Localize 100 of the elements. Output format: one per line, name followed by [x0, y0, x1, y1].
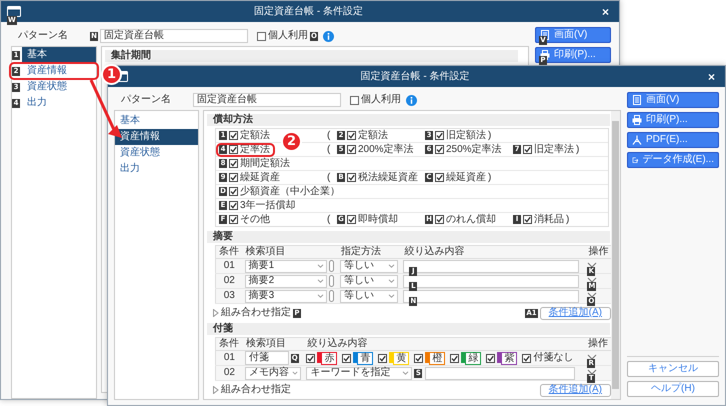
export-button[interactable]: データ作成(E)...	[627, 152, 719, 168]
help-button[interactable]: ヘルプ(H)	[627, 381, 719, 397]
text-field[interactable]	[403, 274, 580, 288]
info-icon	[323, 30, 334, 42]
checkbox[interactable]	[347, 173, 356, 182]
caret-icon	[316, 264, 324, 268]
checkbox[interactable]	[435, 131, 444, 140]
expander-label[interactable]: 組み合わせ指定	[221, 307, 291, 319]
dropdown[interactable]: 摘要1	[244, 260, 327, 272]
scrollbar[interactable]	[611, 111, 620, 399]
checkbox[interactable]	[523, 215, 532, 224]
caret-icon	[402, 371, 410, 375]
expand-triangle-icon	[213, 386, 219, 394]
checkbox[interactable]	[414, 354, 424, 362]
checkbox[interactable]	[435, 215, 444, 224]
checkbox[interactable]	[347, 145, 356, 154]
bracket-text: (	[327, 130, 330, 142]
text-field[interactable]	[403, 260, 580, 272]
bracket-text: )	[566, 214, 570, 226]
checkbox-label: 定額法	[240, 130, 270, 142]
checkbox[interactable]	[378, 354, 388, 362]
tag-label: 黄	[393, 352, 410, 364]
close-button[interactable]: ×	[596, 6, 615, 18]
column-header: 絞り込み内容	[401, 246, 586, 258]
dropdown[interactable]: 摘要3	[244, 290, 327, 302]
checkbox-label: その他	[240, 214, 270, 226]
dropdown[interactable]: メモ内容	[244, 366, 301, 380]
view-button[interactable]: 画面(V)	[627, 92, 719, 108]
text-field[interactable]	[425, 366, 576, 380]
print-button[interactable]: 印刷(P)...	[627, 112, 719, 128]
sidebar-item[interactable]: 基本	[115, 113, 198, 129]
chevron-down-icon	[587, 277, 598, 283]
checkbox[interactable]	[347, 215, 356, 224]
add-condition-button[interactable]: 条件追加(A)	[540, 384, 611, 396]
column-header: 操作	[585, 246, 612, 258]
text-field[interactable]	[403, 290, 580, 302]
checkbox[interactable]	[486, 354, 496, 362]
dropdown[interactable]: 等しい	[340, 290, 398, 302]
checkbox[interactable]	[229, 145, 238, 154]
expander-label[interactable]: 組み合わせ指定	[221, 384, 291, 396]
column-header: 条件	[216, 246, 243, 258]
checkbox-label: のれん償却	[446, 214, 496, 226]
checkbox-label: 個人利用	[361, 94, 401, 106]
checkbox-label: 繰延資産	[240, 172, 280, 184]
sidebar-item[interactable]: 基本	[22, 47, 96, 63]
checkbox[interactable]	[347, 131, 356, 140]
caret-icon	[388, 264, 395, 268]
dropdown[interactable]: 摘要2	[244, 274, 327, 288]
sidebar-item[interactable]: 資産状態	[22, 79, 96, 95]
checkbox[interactable]	[229, 159, 238, 168]
field-label: パターン名	[17, 30, 69, 42]
checkbox[interactable]	[522, 354, 532, 362]
bracket-text: )	[576, 144, 580, 156]
bracket-text: (	[327, 172, 330, 184]
sidebar-item[interactable]: 出力	[115, 161, 198, 177]
checkbox[interactable]	[523, 145, 532, 154]
dropdown[interactable]: 等しい	[340, 274, 398, 288]
tag-label: 橙	[429, 352, 446, 364]
add-condition-button[interactable]: 条件追加(A)	[540, 306, 611, 320]
sidebar-item[interactable]: 資産情報	[22, 63, 96, 79]
condition-number: 02	[216, 274, 243, 288]
bracket-toggle-icon	[328, 275, 334, 287]
checkbox[interactable]	[229, 187, 238, 196]
condition-number: 01	[216, 350, 243, 366]
checkbox-label: 消耗品	[534, 214, 564, 226]
checkbox[interactable]	[229, 173, 238, 182]
pdf-button[interactable]: PDF(E)...	[627, 132, 719, 148]
checkbox[interactable]	[257, 32, 266, 40]
checkbox[interactable]	[229, 131, 238, 140]
sidebar-item[interactable]: 出力	[22, 95, 96, 111]
dropdown[interactable]: キーワードを指定	[306, 366, 412, 380]
column-header: 条件	[216, 338, 243, 350]
text-field[interactable]: 固定資産台帳	[193, 93, 341, 107]
cancel-button[interactable]: キャンセル	[627, 361, 719, 377]
checkbox[interactable]	[229, 201, 238, 210]
checkbox[interactable]	[450, 354, 460, 362]
checkbox[interactable]	[306, 354, 316, 362]
checkbox[interactable]	[229, 215, 238, 224]
checkbox[interactable]	[350, 96, 359, 104]
condition-number: 02	[216, 366, 243, 380]
tag-label: 赤	[321, 352, 338, 364]
column-header: 検索項目	[242, 246, 338, 258]
chevron-down-icon	[587, 354, 598, 360]
checkbox-label: 即時償却	[358, 214, 398, 226]
text-field[interactable]: 固定資産台帳	[100, 29, 248, 43]
checkbox-label: 200%定率法	[358, 144, 414, 156]
close-button[interactable]: ×	[702, 70, 721, 82]
window-title: 固定資産台帳 - 条件設定	[360, 70, 470, 82]
dropdown[interactable]: 等しい	[340, 260, 398, 272]
tag-label: 青	[357, 352, 374, 364]
caret-icon	[388, 279, 395, 283]
export-icon	[632, 155, 638, 165]
checkbox[interactable]	[435, 145, 444, 154]
sidebar-item[interactable]: 資産状態	[115, 145, 198, 161]
input-field[interactable]: 付箋	[244, 351, 289, 365]
sidebar-item[interactable]: 資産情報	[115, 129, 198, 145]
checkbox-label: 個人利用	[268, 30, 308, 42]
field-label: パターン名	[120, 94, 172, 106]
checkbox[interactable]	[342, 354, 352, 362]
checkbox[interactable]	[435, 173, 444, 182]
